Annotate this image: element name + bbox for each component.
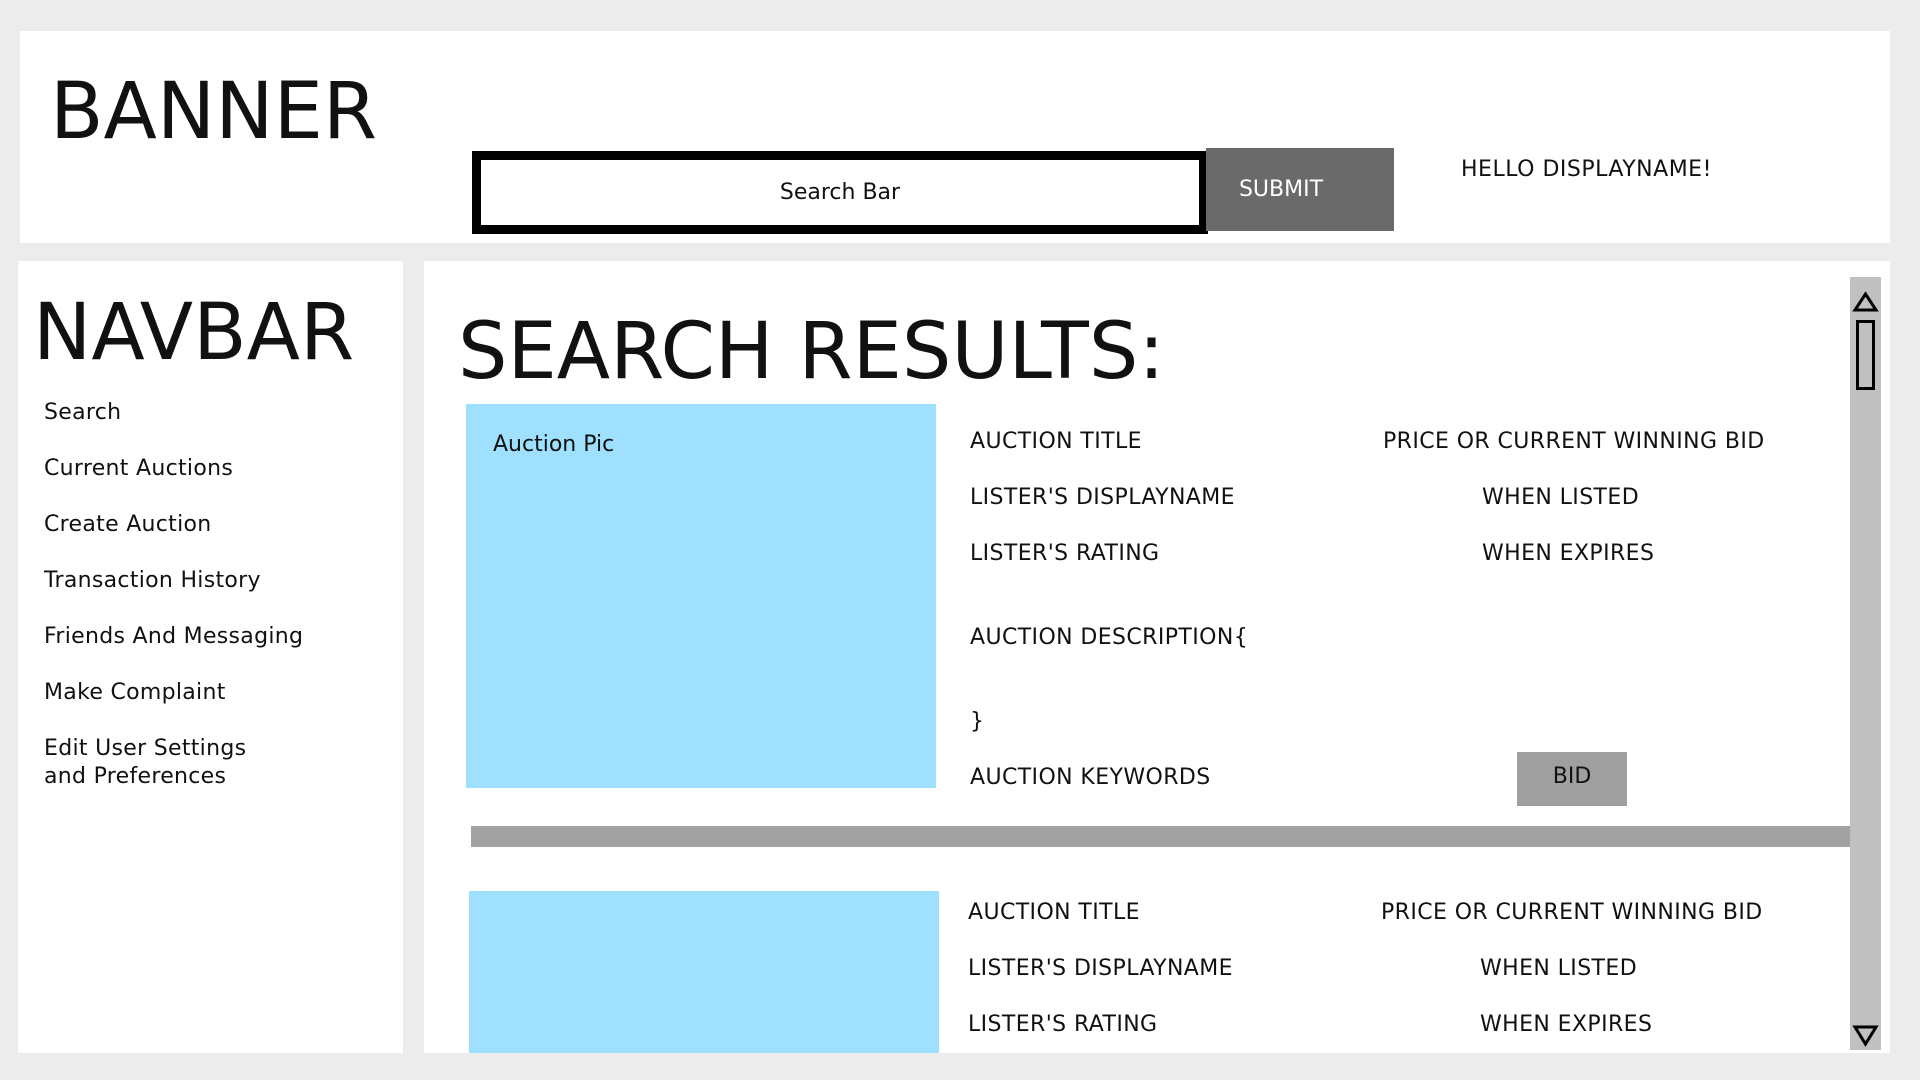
auction-title[interactable]: AUCTION TITLE [970, 429, 1142, 454]
navbar-title: NAVBAR [33, 288, 355, 378]
auction-price: PRICE OR CURRENT WINNING BID [1381, 900, 1763, 925]
submit-button-label: SUBMIT [1238, 177, 1324, 202]
nav-item-friends-messaging[interactable]: Friends And Messaging [44, 623, 303, 651]
nav-item-create-auction[interactable]: Create Auction [44, 511, 212, 539]
auction-pic[interactable]: Auction Pic [466, 404, 936, 788]
nav-item-search[interactable]: Search [44, 399, 121, 427]
navbar: NAVBAR Search Current Auctions Create Au… [18, 261, 403, 1053]
auction-pic[interactable] [469, 891, 939, 1053]
auction-title[interactable]: AUCTION TITLE [968, 900, 1140, 925]
bid-button[interactable]: BID [1517, 752, 1627, 806]
vertical-scrollbar[interactable] [1850, 277, 1881, 1050]
triangle-down-icon[interactable] [1852, 1023, 1879, 1047]
auction-price: PRICE OR CURRENT WINNING BID [1383, 429, 1765, 454]
when-listed: WHEN LISTED [1482, 485, 1640, 510]
nav-item-make-complaint[interactable]: Make Complaint [44, 679, 226, 707]
search-input[interactable]: Search Bar [472, 151, 1208, 234]
auction-pic-label: Auction Pic [493, 432, 615, 457]
bid-button-label: BID [1552, 763, 1592, 789]
nav-item-transaction-history[interactable]: Transaction History [44, 567, 261, 595]
lister-rating: LISTER'S RATING [968, 1012, 1158, 1037]
nav-item-current-auctions[interactable]: Current Auctions [44, 455, 233, 483]
auction-keywords: AUCTION KEYWORDS [970, 765, 1211, 790]
lister-displayname[interactable]: LISTER'S DISPLAYNAME [970, 485, 1235, 510]
nav-item-edit-settings[interactable]: Edit User Settings and Preferences [44, 735, 246, 791]
page-title: SEARCH RESULTS: [458, 307, 1165, 397]
banner: BANNER Search Bar SUBMIT HELLO DISPLAYNA… [20, 31, 1890, 243]
banner-title: BANNER [50, 67, 378, 157]
submit-button[interactable]: SUBMIT [1206, 148, 1394, 231]
auction-description-close: } [970, 709, 985, 734]
lister-rating: LISTER'S RATING [970, 541, 1160, 566]
triangle-up-icon[interactable] [1852, 291, 1879, 313]
lister-displayname[interactable]: LISTER'S DISPLAYNAME [968, 956, 1233, 981]
when-expires: WHEN EXPIRES [1480, 1012, 1653, 1037]
when-expires: WHEN EXPIRES [1482, 541, 1655, 566]
when-listed: WHEN LISTED [1480, 956, 1638, 981]
result-separator [471, 826, 1853, 847]
user-greeting: HELLO DISPLAYNAME! [1461, 157, 1712, 182]
search-input-placeholder: Search Bar [779, 180, 901, 205]
search-results-panel: SEARCH RESULTS: Auction Pic AUCTION TITL… [424, 261, 1890, 1053]
auction-description: AUCTION DESCRIPTION{ [970, 625, 1249, 650]
scrollbar-thumb[interactable] [1856, 320, 1875, 390]
